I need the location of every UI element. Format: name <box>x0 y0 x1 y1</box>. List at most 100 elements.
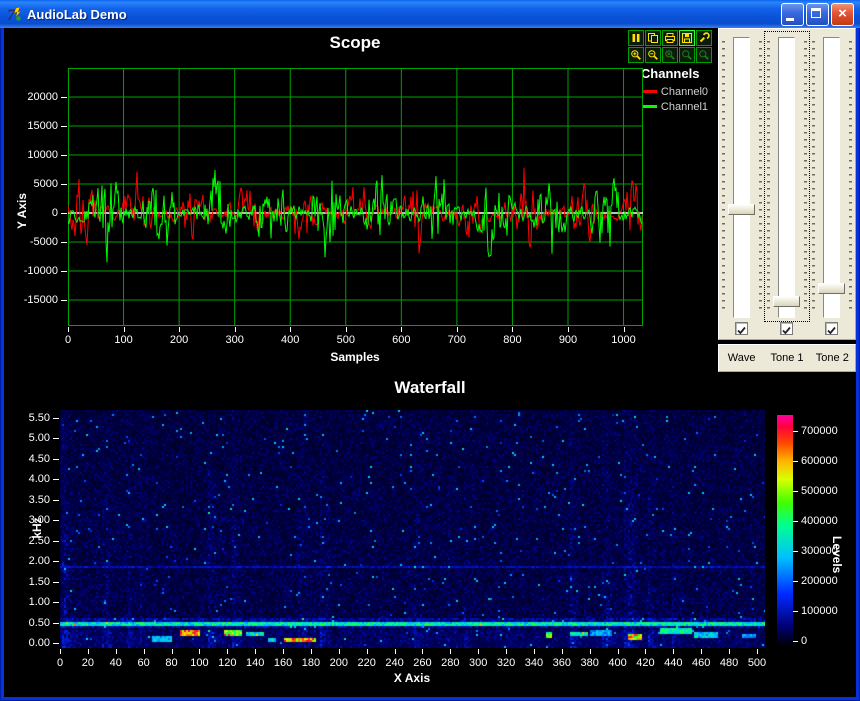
waterfall-x-tick <box>144 649 145 654</box>
waterfall-y-tick-label: 3.50 <box>10 494 50 506</box>
client-area: Scope Channels Channel0 Channel1 Y Axis … <box>4 28 856 697</box>
tone-2-checkbox[interactable] <box>825 322 838 335</box>
waterfall-x-tick <box>367 649 368 654</box>
colorbar-gradient <box>777 415 793 645</box>
scope-toolbar-row <box>628 47 714 63</box>
wave-label: Wave <box>719 352 764 364</box>
wave-slider-ticks <box>759 41 762 313</box>
tone-1-slider-track[interactable] <box>778 37 795 318</box>
waterfall-x-tick <box>60 649 61 654</box>
scope-x-tick-label: 600 <box>381 334 421 346</box>
scope-y-tick <box>61 300 67 301</box>
colorbar-tick-label: 0 <box>801 635 856 647</box>
scope-panel: Scope Channels Channel0 Channel1 Y Axis … <box>4 28 718 375</box>
scope-plot[interactable] <box>68 68 643 326</box>
tone-2-slider-ticks <box>812 41 815 313</box>
tone-2-slider-thumb[interactable] <box>818 283 845 294</box>
check-icon <box>826 325 837 336</box>
scope-y-tick-label: -10000 <box>12 265 58 277</box>
tone-2-label: Tone 2 <box>810 352 855 364</box>
waterfall-y-tick-label: 1.00 <box>10 596 50 608</box>
close-button[interactable]: × <box>831 3 854 26</box>
waterfall-y-tick <box>53 438 59 439</box>
colorbar-tick-label: 400000 <box>801 515 856 527</box>
scope-y-tick-label: -5000 <box>12 236 58 248</box>
audiolab-app-icon: 7 <box>6 6 23 23</box>
zoom-y-button[interactable] <box>696 47 712 63</box>
zoom-out-button[interactable] <box>645 47 661 63</box>
colorbar-tick-label: 100000 <box>801 605 856 617</box>
setup-button[interactable] <box>696 30 712 46</box>
scope-x-tick <box>179 327 180 332</box>
copy-button[interactable] <box>645 30 661 46</box>
wave-slider-group <box>719 29 764 339</box>
waterfall-x-tick <box>534 649 535 654</box>
waterfall-y-tick-label: 0.50 <box>10 617 50 629</box>
waterfall-x-tick <box>757 649 758 654</box>
maximize-button[interactable] <box>806 3 829 26</box>
titlebar[interactable]: 7 AudioLab Demo × <box>0 0 860 28</box>
waterfall-plot[interactable] <box>60 410 765 648</box>
waterfall-y-tick <box>53 418 59 419</box>
scope-y-tick <box>61 126 67 127</box>
waterfall-y-tick <box>53 541 59 542</box>
colorbar-tick <box>793 551 798 552</box>
channel1-swatch <box>641 105 657 108</box>
setup-icon <box>698 32 710 44</box>
waterfall-y-tick-label: 4.50 <box>10 453 50 465</box>
zoom-in-button[interactable] <box>628 47 644 63</box>
colorbar-tick-label: 700000 <box>801 425 856 437</box>
scope-x-tick-label: 1000 <box>604 334 644 346</box>
tone-1-slider-thumb[interactable] <box>773 296 800 307</box>
waterfall-y-tick <box>53 602 59 603</box>
legend-item: Channel1 <box>641 99 708 114</box>
colorbar-tick-label: 500000 <box>801 485 856 497</box>
waterfall-x-tick <box>88 649 89 654</box>
print-button[interactable] <box>662 30 678 46</box>
save-button[interactable] <box>679 30 695 46</box>
close-icon: × <box>832 4 853 25</box>
waterfall-x-tick <box>283 649 284 654</box>
wave-slider-thumb[interactable] <box>728 204 755 215</box>
scope-x-tick <box>401 327 402 332</box>
tone-1-label: Tone 1 <box>764 352 809 364</box>
waterfall-x-tick <box>255 649 256 654</box>
waterfall-y-tick <box>53 459 59 460</box>
tone-2-slider-track[interactable] <box>823 37 840 318</box>
scope-x-tick-label: 200 <box>159 334 199 346</box>
scope-y-tick <box>61 184 67 185</box>
scope-x-tick <box>512 327 513 332</box>
scope-x-tick-label: 900 <box>548 334 588 346</box>
waterfall-x-tick <box>116 649 117 654</box>
channels-legend: Channels Channel0 Channel1 <box>641 66 708 114</box>
wave-checkbox[interactable] <box>735 322 748 335</box>
zoom-cancel-button[interactable] <box>662 47 678 63</box>
waterfall-y-tick <box>53 479 59 480</box>
colorbar-tick-label: 600000 <box>801 455 856 467</box>
colorbar-tick <box>793 431 798 432</box>
waterfall-y-tick-label: 5.50 <box>10 412 50 424</box>
waterfall-x-tick <box>450 649 451 654</box>
scope-x-tick-label: 800 <box>492 334 532 346</box>
waterfall-x-tick <box>311 649 312 654</box>
scope-y-tick <box>61 155 67 156</box>
zoom-out-icon <box>647 49 659 61</box>
waterfall-y-tick <box>53 582 59 583</box>
tone-1-checkbox[interactable] <box>780 322 793 335</box>
zoom-cancel-icon <box>664 49 676 61</box>
print-icon <box>664 32 676 44</box>
pause-button[interactable] <box>628 30 644 46</box>
wave-slider-track[interactable] <box>733 37 750 318</box>
tone-1-slider-ticks <box>767 41 770 313</box>
tone-2-slider-ticks <box>849 41 852 313</box>
scope-y-tick-label: 15000 <box>12 120 58 132</box>
channel0-label: Channel0 <box>661 86 708 98</box>
minimize-button[interactable] <box>781 3 804 26</box>
zoom-x-button[interactable] <box>679 47 695 63</box>
waterfall-x-tick <box>590 649 591 654</box>
scope-x-tick-label: 300 <box>215 334 255 346</box>
waterfall-y-tick-label: 2.00 <box>10 555 50 567</box>
waterfall-x-tick <box>645 649 646 654</box>
scope-x-tick <box>235 327 236 332</box>
waterfall-y-axis-label: kHz <box>30 498 44 558</box>
